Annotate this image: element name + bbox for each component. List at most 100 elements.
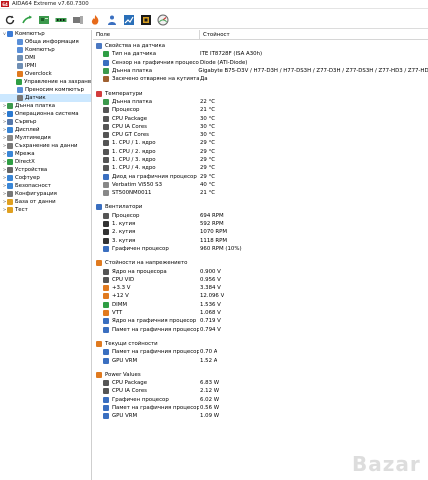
tree-item[interactable]: > Сървър [0,118,91,126]
section-header[interactable]: Вентилатори [93,203,428,211]
window-title: AIDA64 Extreme v7.60.7300 [12,1,89,7]
tree-item[interactable]: > Конфигурация [0,190,91,198]
gauge-icon[interactable] [156,13,170,27]
row-icon [103,115,109,122]
table-row[interactable]: Памет на графичния процесор 0.794 V [93,326,428,334]
tree-item[interactable]: > Мултимедия [0,134,91,142]
tree-item[interactable]: > База от данни [0,198,91,206]
table-row[interactable]: Процесор 21 °C [93,106,428,114]
tree-item[interactable]: > Тест [0,206,91,214]
chip-icon[interactable] [139,13,153,27]
tree-item-label: Конфигурация [15,191,57,197]
table-row[interactable]: Графичен процесор 6.02 W [93,396,428,404]
tree-item[interactable]: v Компютър [0,30,91,38]
row-value: 2.12 W [200,388,220,395]
table-row[interactable]: GPU VRM 1.09 W [93,412,428,420]
row-field: Дънна платка [93,98,199,105]
table-row[interactable]: Дънна платка Gigabyte B75-D3V / H77-D3H /… [93,67,428,75]
table-row[interactable]: CPU Package 30 °C [93,114,428,122]
tree-item[interactable]: Датчик [0,94,91,102]
section-header[interactable]: Свойства на датчика [93,42,428,50]
section-header[interactable]: Температури [93,89,428,97]
table-row[interactable]: Процесор 694 RPM [93,212,428,220]
person-icon[interactable] [105,13,119,27]
table-row[interactable]: 1. CPU / 4. ядро 29 °C [93,164,428,172]
tree-item-label: База от данни [15,199,56,205]
tree-item[interactable]: > Устройства [0,166,91,174]
tree-item[interactable]: > Мрежа [0,150,91,158]
table-row[interactable]: Диод на графичния процесор 29 °C [93,172,428,180]
row-field: 3. кутия [93,237,199,244]
hardware-icon[interactable] [71,13,85,27]
table-row[interactable]: Тип на датчика ITE IT8728F (ISA A30h) [93,50,428,58]
table-row[interactable]: Памет на графичния процесор 0.56 W [93,404,428,412]
table-row[interactable]: 1. CPU / 3. ядро 29 °C [93,156,428,164]
tree-item[interactable]: > Дисплей [0,126,91,134]
column-header-field[interactable]: Поле [93,30,200,40]
row-field-label: 1. CPU / 1. ядро [112,140,156,147]
refresh-icon[interactable] [3,13,17,27]
row-value: 0.794 V [200,326,221,333]
tree-item[interactable]: > Софтуер [0,174,91,182]
table-row[interactable]: GPU VRM 1.52 A [93,356,428,364]
table-row[interactable]: Сензор на графичния процесор Diode (ATI-D… [93,59,428,67]
tree-item[interactable]: > Операционна система [0,110,91,118]
column-header-value[interactable]: Стойност [200,32,230,38]
table-row[interactable]: ST500NM0011 21 °C [93,189,428,197]
tree-item-label: Overclock [25,71,52,77]
table-row[interactable]: 2. кутия 1070 RPM [93,228,428,236]
tree-item[interactable]: Компютър [0,46,91,54]
table-row[interactable]: Verbatim Vi550 S3 40 °C [93,181,428,189]
tree-item-label: Компютър [15,31,45,37]
tree-item[interactable]: Overclock [0,70,91,78]
tree-item-icon [7,175,13,181]
row-value: 1.09 W [200,413,220,420]
table-header: Поле Стойност [93,30,428,40]
table-row[interactable]: +12 V 12.096 V [93,292,428,300]
table-row[interactable]: CPU IA Cores 30 °C [93,123,428,131]
tree-item[interactable]: Преносим компютър [0,86,91,94]
table-row[interactable]: CPU GT Cores 30 °C [93,131,428,139]
tree-item[interactable]: > Дънна платка [0,102,91,110]
table-row[interactable]: Графичен процесор 960 RPM (10%) [93,245,428,253]
section-header[interactable]: Текущи стойности [93,340,428,348]
tree-item[interactable]: IPMI [0,62,91,70]
table-row[interactable]: DIMM 1.536 V [93,301,428,309]
section-header[interactable]: Power Values [93,371,428,379]
row-value: 29 °C [200,173,216,180]
table-row[interactable]: Ядро на процесора 0.900 V [93,267,428,275]
table-row[interactable]: CPU VID 0.956 V [93,276,428,284]
tree-item[interactable]: > Съхранение на данни [0,142,91,150]
table-row[interactable]: CPU Package 6.83 W [93,379,428,387]
tree-item[interactable]: DMI [0,54,91,62]
table-row[interactable]: 3. кутия 1118 RPM [93,237,428,245]
tree-item[interactable]: Управление на захранв [0,78,91,86]
flame-icon[interactable] [88,13,102,27]
section-header[interactable]: Стойности на напрежението [93,259,428,267]
motherboard-icon[interactable] [37,13,51,27]
tree-item-icon [7,167,13,173]
table-row[interactable]: +3.3 V 3.384 V [93,284,428,292]
upload-icon[interactable] [20,13,34,27]
table-row[interactable]: Памет на графичния процесор 0.70 A [93,348,428,356]
table-row[interactable]: Засечено отваряне на кутията Да [93,75,428,83]
row-field: Verbatim Vi550 S3 [93,181,199,188]
table-row[interactable]: Ядро на графичния процесор 0.719 V [93,317,428,325]
title-bar: 64 AIDA64 Extreme v7.60.7300 [0,0,428,9]
table-row[interactable]: Дънна платка 22 °C [93,98,428,106]
table-row[interactable]: 1. CPU / 2. ядро 29 °C [93,148,428,156]
table-row[interactable]: VTT 1.068 V [93,309,428,317]
row-field-label: DIMM [112,301,128,308]
tree-item[interactable]: > DirectX [0,158,91,166]
chart-icon[interactable] [122,13,136,27]
tree-item-icon [7,31,13,37]
memory-icon[interactable] [54,13,68,27]
tree-item-label: Компютър [25,47,55,53]
table-row[interactable]: CPU IA Cores 2.12 W [93,387,428,395]
row-field-label: +12 V [112,293,129,300]
tree-item[interactable]: Обща информация [0,38,91,46]
table-row[interactable]: 1. кутия 592 RPM [93,220,428,228]
row-value: ITE IT8728F (ISA A30h) [200,51,263,58]
table-row[interactable]: 1. CPU / 1. ядро 29 °C [93,139,428,147]
tree-item[interactable]: > Безопасност [0,182,91,190]
